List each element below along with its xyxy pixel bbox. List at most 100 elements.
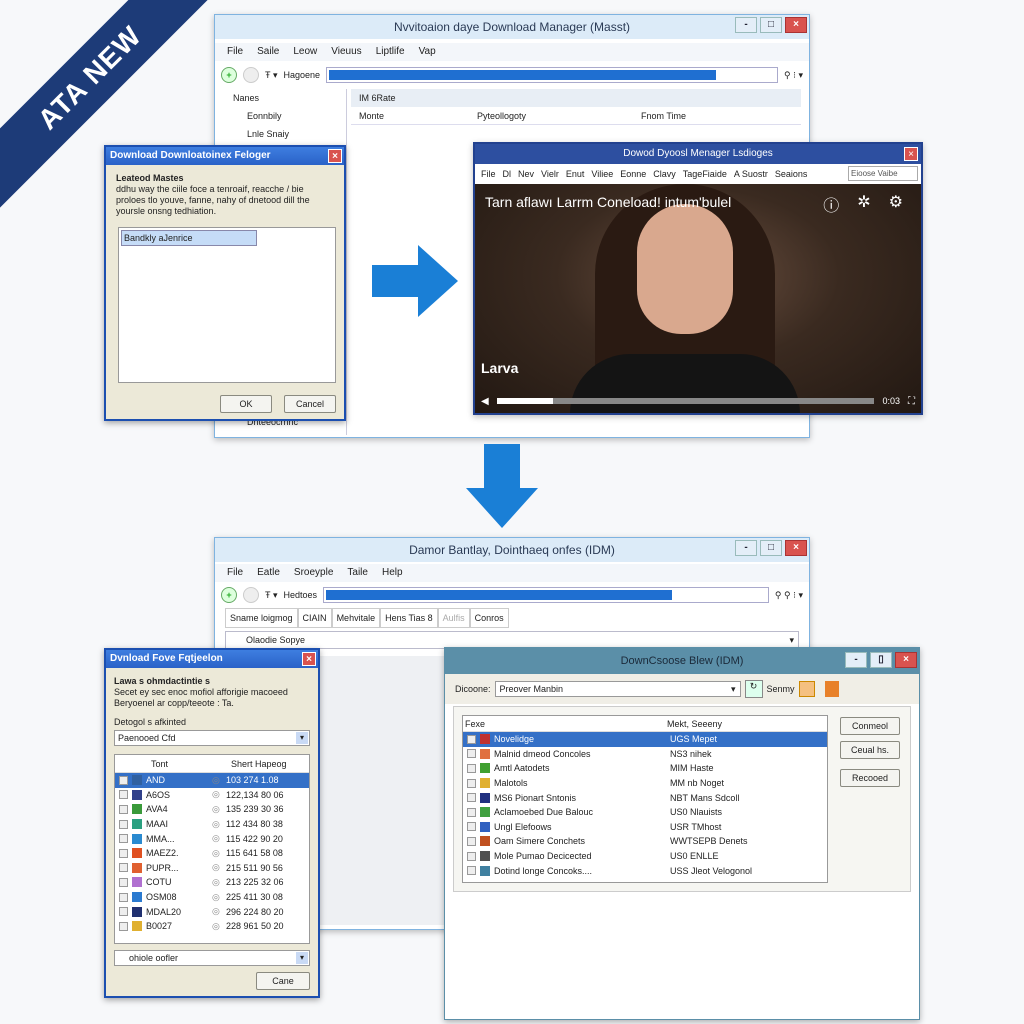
column-header[interactable]: Mekt, Seeeny	[667, 719, 722, 729]
row-checkbox[interactable]	[119, 819, 128, 829]
menu-view[interactable]: Leow	[293, 43, 317, 61]
minimize-button[interactable]: -	[735, 17, 757, 33]
cancel-button[interactable]: Cancel	[284, 395, 336, 413]
table-row[interactable]: B0027 ◎ 228 961 50 20	[115, 919, 309, 934]
add-icon[interactable]: +	[221, 67, 237, 83]
add-icon[interactable]: +	[221, 587, 237, 603]
column-header[interactable]: Pyteollogoty	[477, 107, 641, 124]
row-checkbox[interactable]	[467, 866, 476, 876]
menu-item[interactable]: A Suostr	[734, 164, 768, 184]
menu-file[interactable]: File	[227, 43, 243, 61]
row-checkbox[interactable]	[119, 907, 128, 917]
folder-icon[interactable]	[798, 681, 815, 697]
table-row[interactable]: AND ◎ 103 274 1.08	[115, 773, 309, 788]
table-row[interactable]: MAAI ◎ 112 434 80 38	[115, 817, 309, 832]
close-button[interactable]: ×	[785, 540, 807, 556]
close-button[interactable]: ×	[302, 652, 316, 666]
location-dropdown[interactable]: Preover Manbin ▾	[494, 681, 741, 697]
menu-sample[interactable]: Sroeyple	[294, 564, 333, 582]
row-checkbox[interactable]	[119, 848, 128, 858]
stop-icon[interactable]	[243, 587, 259, 603]
table-row[interactable]: AVA4 ◎ 135 239 30 36	[115, 802, 309, 817]
table-row[interactable]: Amtl Aatodets MIM Haste	[463, 761, 827, 776]
menu-item[interactable]: Seaions	[775, 164, 808, 184]
tree-item[interactable]: Nanes	[221, 89, 346, 107]
menu-item[interactable]: Eonne	[620, 164, 646, 184]
cancel-button[interactable]: Ceual hs.	[840, 741, 900, 759]
stop-icon[interactable]	[243, 67, 259, 83]
table-row[interactable]: OSM08 ◎ 225 411 30 08	[115, 890, 309, 905]
menu-item[interactable]: Enut	[566, 164, 585, 184]
menu-item[interactable]: Dl	[503, 164, 512, 184]
tab[interactable]: Aulfis	[437, 608, 470, 628]
table-row[interactable]: Malnid dmeod Concoles NS3 nihek	[463, 747, 827, 762]
table-row[interactable]: Malotols MM nb Noget	[463, 776, 827, 791]
type-dropdown[interactable]: Paenooed Cfd ▾	[114, 730, 310, 746]
row-checkbox[interactable]	[467, 822, 476, 832]
maximize-button[interactable]: □	[760, 540, 782, 556]
text-tool-icon[interactable]: Ŧ ▾	[265, 70, 278, 81]
tree-item[interactable]: Lnle Snaiy	[221, 125, 346, 143]
search-icon[interactable]: ⚲ ⚲ ⁝ ▾	[775, 590, 803, 601]
close-button[interactable]: ×	[904, 147, 918, 161]
table-row[interactable]: A6OS ◎ 122,134 80 06	[115, 788, 309, 803]
table-row[interactable]: COTU ◎ 213 225 32 06	[115, 875, 309, 890]
row-checkbox[interactable]	[467, 734, 476, 744]
text-tool-icon[interactable]: Ŧ ▾	[265, 590, 278, 601]
fullscreen-icon[interactable]: ⛶	[908, 396, 915, 407]
row-checkbox[interactable]	[119, 892, 128, 902]
table-row[interactable]: MAEZ2. ◎ 115 641 58 08	[115, 846, 309, 861]
connect-button[interactable]: Conmeol	[840, 717, 900, 735]
column-header[interactable]: Fnom Time	[641, 107, 686, 124]
refresh-icon[interactable]: ↻	[744, 680, 763, 698]
menu-lipt[interactable]: Liptlife	[376, 43, 405, 61]
menu-vap[interactable]: Vap	[419, 43, 436, 61]
table-row[interactable]: PUPR... ◎ 215 511 90 56	[115, 861, 309, 876]
table-row[interactable]: Aclamoebed Due Balouc US0 Nlauists	[463, 805, 827, 820]
menu-edit[interactable]: Eatle	[257, 564, 280, 582]
tab[interactable]: Conros	[469, 608, 509, 628]
list-item[interactable]: Bandkly aJenrice	[121, 230, 257, 246]
menu-views[interactable]: Vieuus	[331, 43, 361, 61]
bookmark-icon[interactable]	[824, 681, 839, 697]
column-header[interactable]: Tont	[115, 759, 211, 769]
column-header[interactable]: Monte	[351, 107, 477, 124]
info-icon[interactable]: ⓘ	[823, 192, 839, 216]
menu-item[interactable]: Clavy	[653, 164, 676, 184]
file-list[interactable]: Bandkly aJenrice	[118, 227, 336, 383]
table-row[interactable]: MMA... ◎ 115 422 90 20	[115, 831, 309, 846]
table-row[interactable]: Ungl Elefoows USR TMhost	[463, 820, 827, 835]
tree-item[interactable]: Eonnbily	[221, 107, 346, 125]
menu-item[interactable]: TageFiaide	[683, 164, 727, 184]
menu-file[interactable]: File	[227, 564, 243, 582]
minimize-button[interactable]: -	[845, 652, 867, 668]
tab[interactable]: CIAIN	[297, 608, 332, 628]
progress-address-bar[interactable]	[326, 67, 779, 83]
menu-item[interactable]: Vielr	[541, 164, 559, 184]
table-row[interactable]: Mole Pumao Decicected US0 ENLLE	[463, 849, 827, 864]
row-checkbox[interactable]	[467, 749, 476, 759]
close-button[interactable]: ×	[328, 149, 342, 163]
column-header[interactable]: Shert Hapeog	[211, 759, 287, 769]
tab[interactable]: Hens Tias 8	[380, 608, 438, 628]
close-button[interactable]: ×	[895, 652, 917, 668]
search-icon[interactable]: ⚲ ⁝ ▾	[784, 70, 803, 81]
table-row[interactable]: MS6 Pionart Sntonis NBT Mans Sdcoll	[463, 790, 827, 805]
row-checkbox[interactable]	[467, 778, 476, 788]
table-row[interactable]: MDAL20 ◎ 296 224 80 20	[115, 904, 309, 919]
ok-button[interactable]: OK	[220, 395, 272, 413]
menu-item[interactable]: File	[481, 164, 496, 184]
record-button[interactable]: Recooed	[840, 769, 900, 787]
row-checkbox[interactable]	[119, 834, 128, 844]
maximize-button[interactable]: □	[760, 17, 782, 33]
table-row[interactable]: Dotind longe Concoks.... USS Jleot Velogo…	[463, 863, 827, 878]
row-checkbox[interactable]	[119, 863, 128, 873]
row-checkbox[interactable]	[119, 804, 128, 814]
seek-bar[interactable]	[496, 398, 875, 404]
search-dropdown[interactable]: Eioose Vaibe	[848, 166, 918, 181]
row-checkbox[interactable]	[467, 793, 476, 803]
column-header[interactable]: Fexe	[463, 719, 667, 729]
row-checkbox[interactable]	[467, 836, 476, 846]
table-row[interactable]: Novelidge UGS Mepet	[463, 732, 827, 747]
settings-icon[interactable]: ⚙	[889, 192, 903, 216]
